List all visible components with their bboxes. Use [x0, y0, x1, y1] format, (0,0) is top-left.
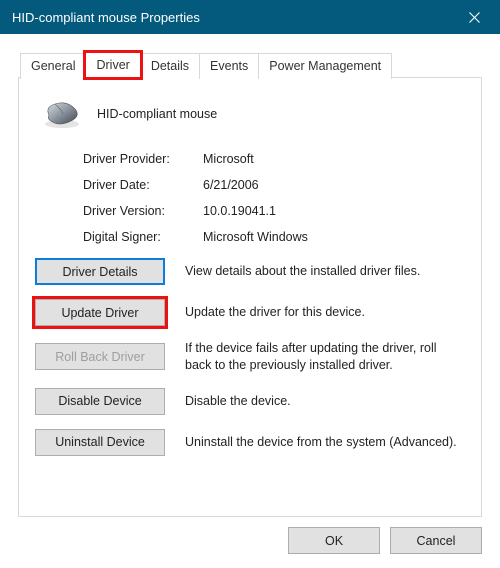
driver-details-desc: View details about the installed driver …: [185, 263, 465, 280]
date-value: 6/21/2006: [203, 178, 259, 192]
tab-power-management[interactable]: Power Management: [258, 53, 392, 79]
provider-value: Microsoft: [203, 152, 254, 166]
date-label: Driver Date:: [83, 178, 203, 192]
uninstall-device-button[interactable]: Uninstall Device: [35, 429, 165, 456]
window-title: HID-compliant mouse Properties: [12, 10, 452, 25]
mouse-icon: [41, 98, 83, 130]
tab-strip: General Driver Details Events Power Mana…: [20, 52, 482, 78]
tab-details[interactable]: Details: [140, 53, 200, 79]
signer-value: Microsoft Windows: [203, 230, 308, 244]
tab-general[interactable]: General: [20, 53, 86, 79]
tab-driver[interactable]: Driver: [85, 52, 140, 78]
action-row-disable: Disable Device Disable the device.: [35, 388, 465, 415]
dialog-footer: OK Cancel: [288, 527, 482, 554]
signer-label: Digital Signer:: [83, 230, 203, 244]
info-row-date: Driver Date: 6/21/2006: [83, 178, 465, 192]
close-button[interactable]: [452, 0, 496, 34]
disable-device-desc: Disable the device.: [185, 393, 465, 410]
device-header: HID-compliant mouse: [41, 98, 465, 130]
client-area: General Driver Details Events Power Mana…: [0, 34, 500, 568]
titlebar[interactable]: HID-compliant mouse Properties: [0, 0, 500, 34]
driver-details-button[interactable]: Driver Details: [35, 258, 165, 285]
info-row-provider: Driver Provider: Microsoft: [83, 152, 465, 166]
version-label: Driver Version:: [83, 204, 203, 218]
update-driver-desc: Update the driver for this device.: [185, 304, 465, 321]
provider-label: Driver Provider:: [83, 152, 203, 166]
tab-panel-driver: HID-compliant mouse Driver Provider: Mic…: [18, 77, 482, 517]
device-name: HID-compliant mouse: [97, 107, 217, 121]
close-icon: [469, 12, 480, 23]
cancel-button[interactable]: Cancel: [390, 527, 482, 554]
update-driver-button[interactable]: Update Driver: [35, 299, 165, 326]
action-row-update: Update Driver Update the driver for this…: [35, 299, 465, 326]
rollback-driver-desc: If the device fails after updating the d…: [185, 340, 465, 374]
action-row-rollback: Roll Back Driver If the device fails aft…: [35, 340, 465, 374]
rollback-driver-button: Roll Back Driver: [35, 343, 165, 370]
version-value: 10.0.19041.1: [203, 204, 276, 218]
action-row-details: Driver Details View details about the in…: [35, 258, 465, 285]
driver-actions: Driver Details View details about the in…: [35, 258, 465, 456]
info-row-version: Driver Version: 10.0.19041.1: [83, 204, 465, 218]
tab-events[interactable]: Events: [199, 53, 259, 79]
uninstall-device-desc: Uninstall the device from the system (Ad…: [185, 434, 465, 451]
info-row-signer: Digital Signer: Microsoft Windows: [83, 230, 465, 244]
action-row-uninstall: Uninstall Device Uninstall the device fr…: [35, 429, 465, 456]
disable-device-button[interactable]: Disable Device: [35, 388, 165, 415]
driver-info: Driver Provider: Microsoft Driver Date: …: [83, 152, 465, 244]
ok-button[interactable]: OK: [288, 527, 380, 554]
